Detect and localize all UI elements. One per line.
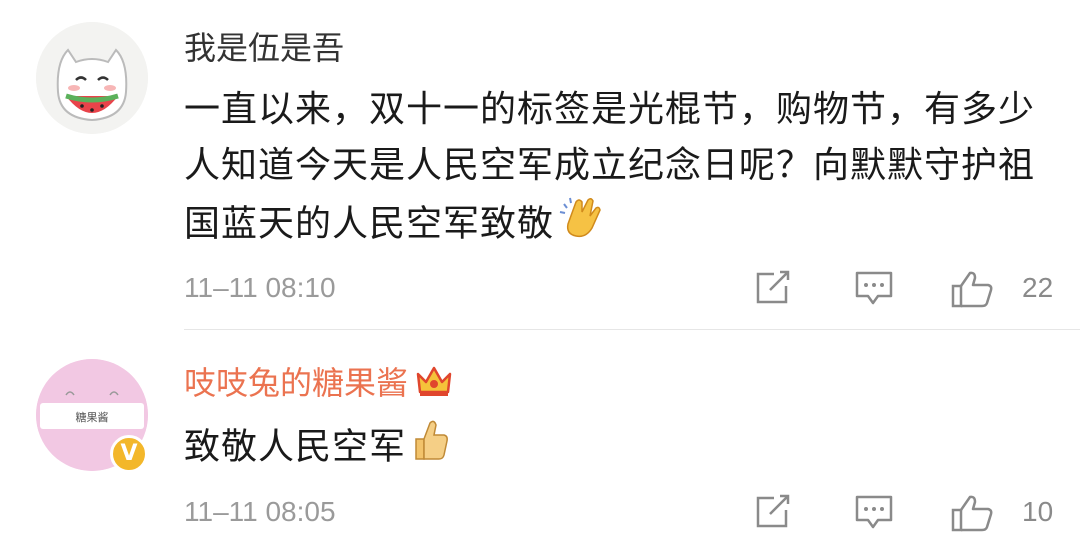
comment-icon[interactable]	[854, 494, 894, 530]
clapping-hands-icon	[558, 194, 604, 257]
username-text: 吱吱兔的糖果酱	[184, 364, 409, 402]
share-icon[interactable]	[754, 494, 792, 530]
comment-meta: 11–11 08:05 10	[184, 492, 1053, 532]
comment-item: 糖果酱 V 吱吱兔的糖果酱 致敬人民空军 11–11 08:05 10	[0, 331, 1080, 545]
like-count: 22	[1022, 272, 1054, 303]
avatar-text: 糖果酱	[76, 410, 109, 424]
comment-text: 致敬人民空军	[184, 417, 1064, 480]
comment-time: 11–11 08:05	[184, 496, 336, 527]
comment-time: 11–11 08:10	[184, 272, 336, 303]
like-icon[interactable]	[950, 494, 994, 532]
comment-icon[interactable]	[854, 270, 894, 306]
cat-avatar-icon	[36, 22, 148, 134]
like-icon[interactable]	[950, 270, 994, 308]
username[interactable]: 吱吱兔的糖果酱	[184, 363, 454, 407]
crown-icon	[414, 364, 454, 407]
username[interactable]: 我是伍是吾	[184, 28, 344, 68]
like-count: 10	[1022, 496, 1054, 527]
comment-text-content: 致敬人民空军	[184, 426, 407, 468]
divider	[184, 329, 1080, 330]
comment-text-content: 一直以来，双十一的标签是光棍节，购物节，有多少人知道今天是人民空军成立纪念日呢？…	[184, 89, 1036, 245]
comment-item: 我是伍是吾 一直以来，双十一的标签是光棍节，购物节，有多少人知道今天是人民空军成…	[0, 0, 1080, 330]
share-icon[interactable]	[754, 270, 792, 306]
verified-badge: V	[110, 435, 148, 473]
avatar[interactable]	[36, 22, 148, 134]
comment-text: 一直以来，双十一的标签是光棍节，购物节，有多少人知道今天是人民空军成立纪念日呢？…	[184, 82, 1064, 257]
thumbs-up-icon	[410, 417, 452, 480]
comment-meta: 11–11 08:10 22	[184, 268, 1053, 308]
